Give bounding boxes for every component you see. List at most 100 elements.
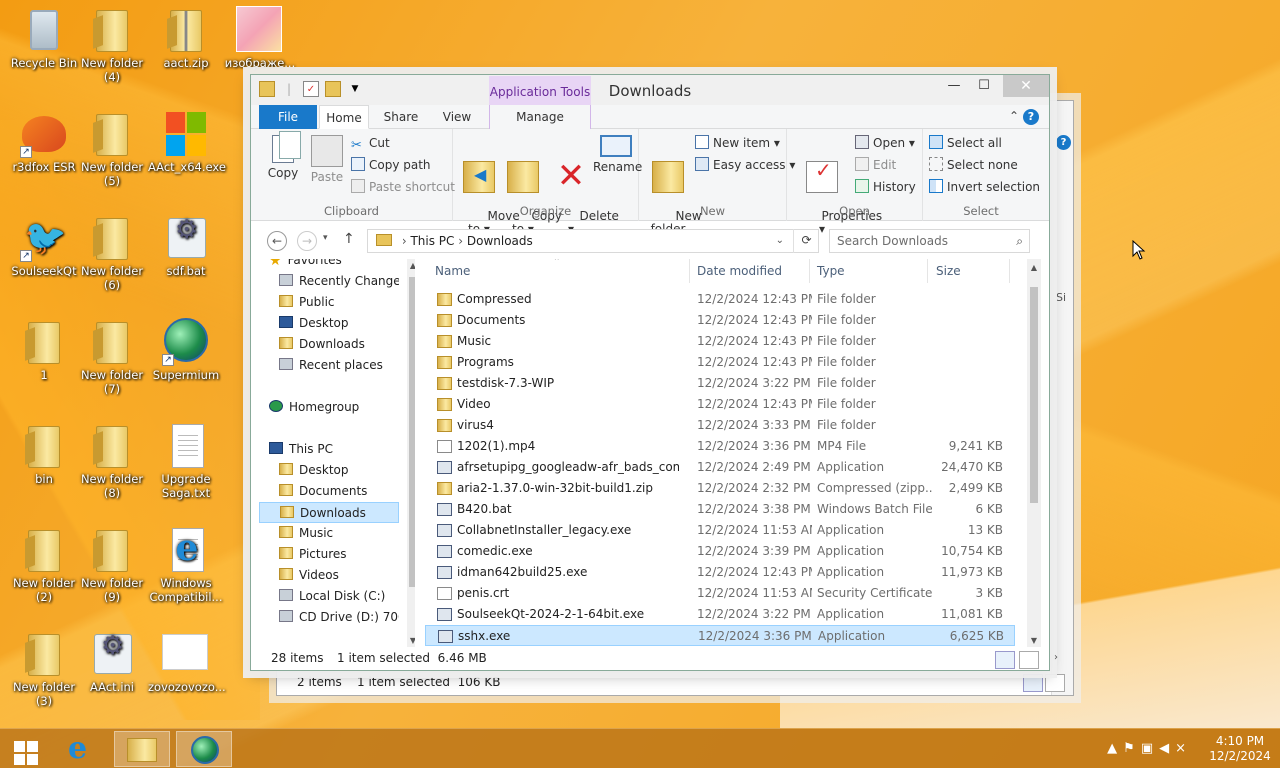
nav-item[interactable]: Desktop: [259, 313, 399, 334]
copy-button[interactable]: Copy: [261, 131, 305, 180]
desktop-icon[interactable]: Upgrade Saga.txt: [148, 422, 224, 500]
network-icon[interactable]: ▣: [1141, 741, 1159, 756]
file-row[interactable]: penis.crt 12/2/2024 11:53 AM Security Cert…: [425, 583, 1015, 604]
minimize-button[interactable]: —: [939, 75, 969, 97]
desktop-icon[interactable]: New folder (7): [74, 318, 150, 396]
select-none-button[interactable]: Select none: [929, 155, 1018, 175]
desktop-icon[interactable]: New folder (3): [6, 630, 82, 708]
help-icon[interactable]: ?: [1056, 135, 1071, 150]
list-scroll-thumb[interactable]: [1030, 287, 1038, 503]
tab-view[interactable]: View: [435, 105, 479, 129]
paste-button[interactable]: Paste: [305, 135, 349, 184]
file-list-scrollbar[interactable]: ▲ ▼: [1027, 259, 1041, 647]
select-all-button[interactable]: Select all: [929, 133, 1002, 153]
file-row[interactable]: Compressed 12/2/2024 12:43 PM File folder: [425, 289, 1015, 310]
search-icon[interactable]: ⌕: [1016, 230, 1023, 252]
nav-item[interactable]: Recent places: [259, 355, 399, 376]
desktop-icon[interactable]: 🐦 ↗ SoulseekQt: [6, 214, 82, 278]
nav-item[interactable]: Desktop: [259, 460, 399, 481]
desktop-icon[interactable]: Recycle Bin: [6, 6, 82, 70]
nav-item[interactable]: Music: [259, 523, 399, 544]
file-row[interactable]: SoulseekQt-2024-2-1-64bit.exe 12/2/2024 3…: [425, 604, 1015, 625]
tab-manage[interactable]: Manage: [489, 105, 591, 129]
address-bar[interactable]: › This PC › Downloads ⌄: [367, 229, 819, 253]
file-row[interactable]: Music 12/2/2024 12:43 PM File folder: [425, 331, 1015, 352]
file-row[interactable]: CollabnetInstaller_legacy.exe 12/2/2024 1…: [425, 520, 1015, 541]
desktop-icon[interactable]: sdf.bat: [148, 214, 224, 278]
desktop-icon[interactable]: aact.zip: [148, 6, 224, 70]
explorer-window[interactable]: | ✓ ▼ Application Tools Downloads — ☐ ✕ …: [250, 74, 1050, 671]
open-button[interactable]: Open ▾: [855, 133, 915, 153]
file-row[interactable]: afrsetupipg_googleadw-afr_bads_comp_l...…: [425, 457, 1015, 478]
history-button[interactable]: History: [855, 177, 916, 197]
search-input[interactable]: Search Downloads ⌕: [829, 229, 1030, 253]
desktop-icon[interactable]: New folder (6): [74, 214, 150, 292]
file-row[interactable]: testdisk-7.3-WIP 12/2/2024 3:22 PM File fo…: [425, 373, 1015, 394]
file-row[interactable]: aria2-1.37.0-win-32bit-build1.zip 12/2/20…: [425, 478, 1015, 499]
nav-item[interactable]: Documents: [259, 481, 399, 502]
clock[interactable]: 4:10 PM 12/2/2024: [1208, 734, 1272, 764]
desktop-icon[interactable]: изображе...: [222, 6, 298, 70]
desktop-icon[interactable]: New folder (5): [74, 110, 150, 188]
large-icons-view-icon[interactable]: [1019, 651, 1039, 669]
file-row[interactable]: sshx.exe 12/2/2024 3:36 PM Application 6,62…: [425, 625, 1015, 646]
refresh-icon[interactable]: ⟳: [793, 229, 819, 253]
action-center-flag-icon[interactable]: ⚑: [1123, 741, 1141, 756]
address-dropdown-icon[interactable]: ⌄: [776, 230, 784, 252]
col-size[interactable]: Size: [936, 264, 961, 278]
file-row[interactable]: Documents 12/2/2024 12:43 PM File folder: [425, 310, 1015, 331]
easy-access-button[interactable]: Easy access ▾: [695, 155, 795, 175]
new-item-button[interactable]: New item ▾: [695, 133, 780, 153]
col-date[interactable]: Date modified: [697, 264, 782, 278]
nav-item[interactable]: This PC: [259, 439, 399, 460]
file-row[interactable]: B420.bat 12/2/2024 3:38 PM Windows Batch F…: [425, 499, 1015, 520]
nav-item[interactable]: ★ Favorites: [259, 259, 399, 271]
desktop-icon[interactable]: ↗ Supermium: [148, 318, 224, 382]
file-row[interactable]: Programs 12/2/2024 12:43 PM File folder: [425, 352, 1015, 373]
desktop-icon[interactable]: New folder (2): [6, 526, 82, 604]
file-row[interactable]: virus4 12/2/2024 3:33 PM File folder: [425, 415, 1015, 436]
title-bar[interactable]: | ✓ ▼ Application Tools Downloads — ☐ ✕: [251, 75, 1049, 106]
nav-item[interactable]: Homegroup: [259, 397, 399, 418]
cut-button[interactable]: ✂ Cut: [351, 133, 390, 153]
maximize-button[interactable]: ☐: [969, 75, 999, 97]
tab-share[interactable]: Share: [379, 105, 423, 129]
copy-path-button[interactable]: Copy path: [351, 155, 431, 175]
nav-item[interactable]: Local Disk (C:): [259, 586, 399, 607]
breadcrumb-this-pc[interactable]: This PC: [410, 234, 454, 248]
file-row[interactable]: idman642build25.exe 12/2/2024 12:43 PM App…: [425, 562, 1015, 583]
up-arrow-icon[interactable]: ↑: [343, 231, 355, 247]
file-row[interactable]: 1202(1).mp4 12/2/2024 3:36 PM MP4 File 9,24…: [425, 436, 1015, 457]
nav-item[interactable]: CD Drive (D:) 700: [259, 607, 399, 628]
desktop-icon[interactable]: zovozovozo...: [148, 630, 226, 694]
large-icons-view-icon[interactable]: [1045, 674, 1065, 692]
file-row[interactable]: comedic.exe 12/2/2024 3:39 PM Application 1…: [425, 541, 1015, 562]
start-button[interactable]: [4, 731, 44, 767]
breadcrumb-downloads[interactable]: Downloads: [467, 234, 533, 248]
taskbar-ie-button[interactable]: e: [56, 731, 112, 767]
forward-arrow-icon[interactable]: →: [297, 231, 317, 251]
back-arrow-icon[interactable]: ←: [267, 231, 287, 251]
col-type[interactable]: Type: [817, 264, 845, 278]
back-window-scroll-right-icon[interactable]: ›: [1054, 652, 1058, 663]
close-button[interactable]: ✕: [1003, 75, 1049, 97]
help-icon[interactable]: ?: [1023, 109, 1039, 125]
nav-scroll-up-icon[interactable]: ▲: [407, 261, 415, 270]
rename-button[interactable]: Rename: [593, 135, 642, 174]
details-view-icon[interactable]: [1023, 674, 1043, 692]
desktop-icon[interactable]: bin: [6, 422, 82, 486]
nav-scrollbar[interactable]: ▲ ▼: [407, 259, 415, 647]
desktop-icon[interactable]: AAct.ini: [74, 630, 150, 694]
list-scroll-up-icon[interactable]: ▲: [1027, 263, 1041, 272]
edit-button[interactable]: Edit: [855, 155, 896, 175]
file-row[interactable]: Video 12/2/2024 12:43 PM File folder: [425, 394, 1015, 415]
invert-selection-button[interactable]: Invert selection: [929, 177, 1040, 197]
recent-locations-chevron-icon[interactable]: ▾: [323, 233, 328, 243]
nav-item[interactable]: Public: [259, 292, 399, 313]
nav-item[interactable]: Videos: [259, 565, 399, 586]
desktop-icon[interactable]: New folder (4): [74, 6, 150, 84]
show-hidden-icons-chevron-icon[interactable]: ▲: [1107, 741, 1123, 756]
paste-shortcut-button[interactable]: Paste shortcut: [351, 177, 455, 197]
nav-item[interactable]: Recently Changed: [259, 271, 399, 292]
volume-muted-icon[interactable]: ◀×: [1159, 741, 1192, 756]
